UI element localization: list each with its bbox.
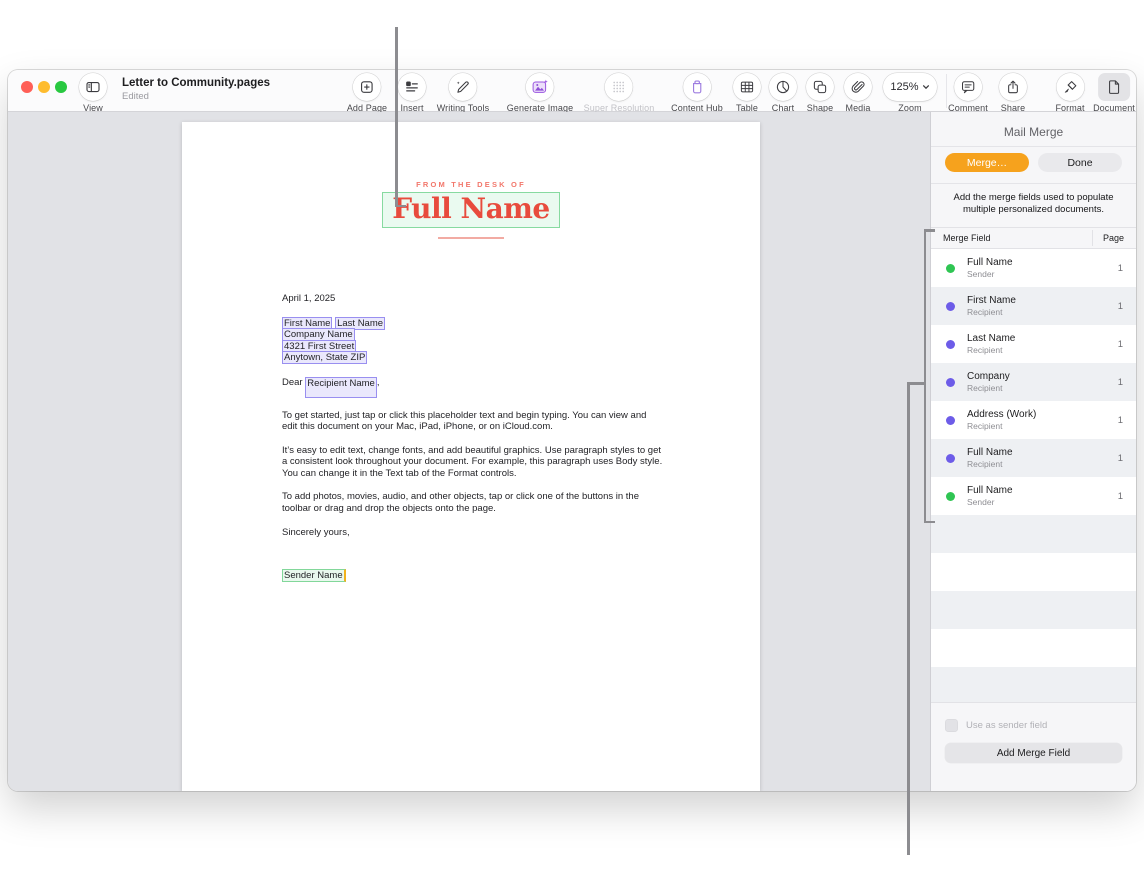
view-button[interactable]: View — [79, 73, 107, 113]
table-header: Merge Field Page — [931, 227, 1136, 249]
document-canvas: FROM THE DESK OF Full Name April 1, 2025… — [8, 112, 930, 791]
page-number: 1 — [1117, 452, 1123, 464]
share-icon — [999, 73, 1027, 101]
writing-tools-icon — [449, 73, 477, 101]
letter-date: April 1, 2025 — [282, 293, 336, 304]
callout-bracket-top-tick — [923, 229, 935, 232]
merge-button[interactable]: Merge… — [945, 153, 1029, 172]
merge-field-row[interactable]: Full Name Recipient 1 — [931, 439, 1136, 477]
recipient-dot — [946, 415, 955, 425]
format-brush-icon — [1055, 73, 1084, 101]
document-icon — [1097, 73, 1130, 101]
super-resolution-icon — [605, 73, 633, 101]
chart-button[interactable]: Chart — [769, 73, 797, 113]
media-button[interactable]: Media — [844, 73, 872, 113]
merge-field-recipient-name[interactable]: Recipient Name — [305, 376, 377, 398]
super-resolution-button[interactable]: Super Resolution — [584, 73, 655, 113]
sender-dot — [946, 491, 955, 501]
add-page-button[interactable]: Add Page — [347, 73, 387, 113]
pages-app-window: View Letter to Community.pages Edited Ad… — [8, 70, 1136, 791]
signature-line: Sender Name — [282, 568, 664, 582]
page-number: 1 — [1117, 414, 1123, 426]
merge-field-row[interactable]: Company Recipient 1 — [931, 363, 1136, 401]
minimize-window-button[interactable] — [38, 81, 50, 93]
sender-dot — [946, 263, 955, 273]
document-title: Letter to Community.pages — [122, 77, 271, 89]
close-window-button[interactable] — [21, 81, 33, 93]
page-number: 1 — [1117, 338, 1123, 350]
page-number: 1 — [1117, 376, 1123, 388]
insert-button[interactable]: Insert — [398, 73, 426, 113]
insert-icon — [398, 73, 426, 101]
column-header-page: Page — [1091, 230, 1136, 246]
checkbox-icon — [945, 719, 958, 732]
share-button[interactable]: Share — [999, 73, 1027, 113]
document-button[interactable]: Document — [1093, 73, 1135, 113]
merge-field-row[interactable]: Address (Work) Recipient 1 — [931, 401, 1136, 439]
add-merge-field-button[interactable]: Add Merge Field — [945, 743, 1122, 763]
content-hub-icon — [682, 73, 711, 101]
writing-tools-button[interactable]: Writing Tools — [437, 73, 490, 113]
document-status: Edited — [122, 91, 149, 102]
recipient-dot — [946, 301, 955, 311]
merge-field-row[interactable]: Last Name Recipient 1 — [931, 325, 1136, 363]
zoom-control[interactable]: 125% Zoom — [883, 73, 937, 113]
merge-field-row[interactable]: Full Name Sender 1 — [931, 249, 1136, 287]
callout-tick-full-name — [395, 204, 406, 207]
page-number: 1 — [1117, 300, 1123, 312]
merge-field-row[interactable]: Full Name Sender 1 — [931, 477, 1136, 515]
page-number: 1 — [1117, 490, 1123, 502]
comment-icon — [954, 73, 982, 101]
table-icon — [733, 73, 761, 101]
toolbar-separator — [946, 74, 947, 108]
closing-line: Sincerely yours, — [282, 527, 350, 538]
callout-line-merge-fields — [907, 382, 910, 855]
callout-bracket-merge-fields — [923, 229, 926, 523]
merge-field-city-state-zip[interactable]: Anytown, State ZIP — [282, 351, 368, 364]
shape-icon — [806, 73, 834, 101]
panel-footer: Use as sender field Add Merge Field — [931, 702, 1136, 763]
recipient-address-block: First Name Last Name Company Name 4321 F… — [282, 316, 664, 364]
window-title: Letter to Community.pages Edited — [122, 77, 270, 102]
format-button[interactable]: Format — [1055, 73, 1084, 113]
toolbar: View Letter to Community.pages Edited Ad… — [8, 70, 1136, 113]
panel-description: Add the merge fields used to populate mu… — [953, 192, 1114, 215]
generate-image-icon — [525, 73, 554, 101]
body-paragraph[interactable]: It’s easy to edit text, change fonts, an… — [282, 445, 664, 480]
panel-title: Mail Merge — [1003, 125, 1064, 139]
paperclip-icon — [844, 73, 872, 101]
chevron-down-icon — [922, 85, 929, 90]
table-button[interactable]: Table — [733, 73, 761, 113]
mail-merge-panel: Mail Merge Merge… Done Add the merge fie… — [930, 112, 1136, 791]
shape-button[interactable]: Shape — [806, 73, 834, 113]
add-page-icon — [353, 73, 381, 101]
salutation-line: Dear Recipient Name, — [282, 376, 664, 398]
generate-image-button[interactable]: Generate Image — [507, 73, 573, 113]
recipient-dot — [946, 453, 955, 463]
chart-icon — [769, 73, 797, 101]
page-number: 1 — [1117, 262, 1123, 274]
recipient-dot — [946, 339, 955, 349]
recipient-dot — [946, 377, 955, 387]
callout-hook-merge-fields — [907, 382, 924, 385]
zoom-window-button[interactable] — [55, 81, 67, 93]
use-as-sender-field-checkbox[interactable]: Use as sender field — [945, 719, 1122, 732]
merge-field-row[interactable]: First Name Recipient 1 — [931, 287, 1136, 325]
letter-page[interactable]: FROM THE DESK OF Full Name April 1, 2025… — [182, 122, 760, 791]
screenshot-stage: View Letter to Community.pages Edited Ad… — [0, 0, 1144, 883]
callout-bracket-bottom-tick — [923, 520, 935, 523]
callout-line-full-name — [395, 27, 398, 207]
sidebar-toggle-icon — [79, 73, 107, 101]
body-paragraph[interactable]: To add photos, movies, audio, and other … — [282, 491, 664, 514]
zoom-value: 125% — [890, 81, 919, 93]
done-button[interactable]: Done — [1038, 153, 1122, 172]
merge-field-sender-name[interactable]: Sender Name — [282, 568, 346, 582]
comment-button[interactable]: Comment — [948, 73, 988, 113]
content-hub-button[interactable]: Content Hub — [671, 73, 723, 113]
body-paragraph[interactable]: To get started, just tap or click this p… — [282, 410, 664, 433]
empty-table-rows — [931, 515, 1136, 702]
merge-field-table: Merge Field Page Full Name Sender 1 First… — [931, 227, 1136, 702]
column-header-merge-field: Merge Field — [943, 233, 991, 243]
